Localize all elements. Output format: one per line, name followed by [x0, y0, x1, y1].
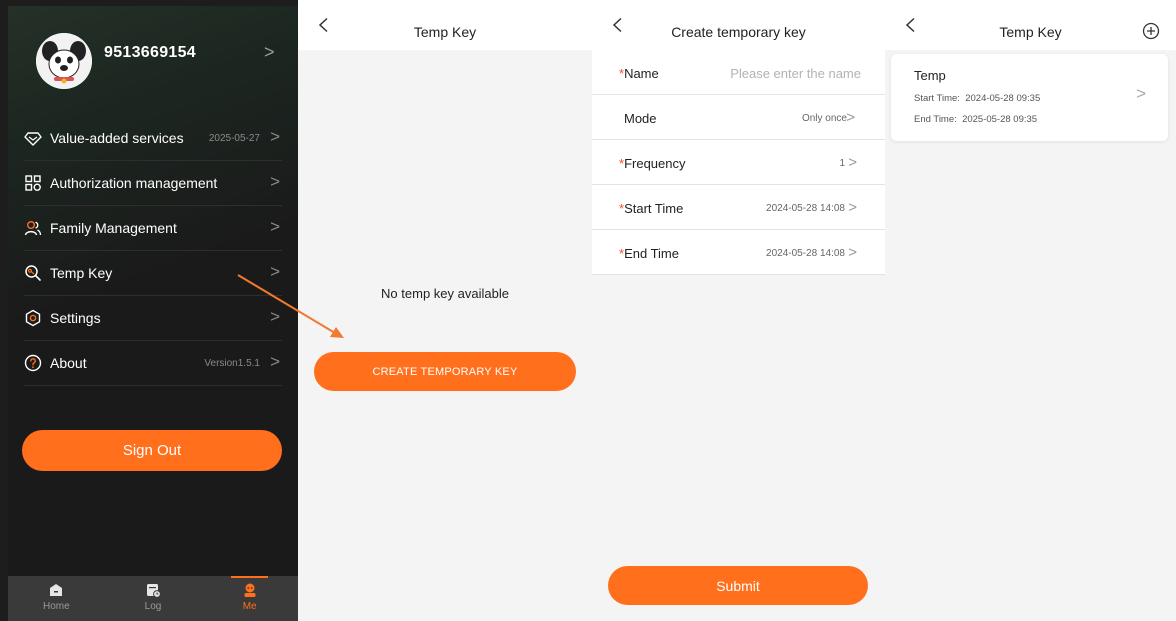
chevron-right-icon: >	[270, 127, 280, 146]
submit-button[interactable]: Submit	[608, 566, 868, 605]
me-screen: 9513669154 > Value-added services 2025-0…	[0, 0, 298, 621]
chevron-right-icon: >	[270, 262, 280, 281]
frequency-value: 1	[839, 158, 845, 169]
page-title: Create temporary key	[671, 24, 806, 40]
user-profile-row[interactable]: 9513669154 >	[8, 16, 298, 89]
gear-icon	[24, 309, 42, 327]
chevron-right-icon: >	[848, 199, 857, 216]
name-field-row[interactable]: *Name Please enter the name	[592, 50, 885, 95]
field-label: Mode	[624, 111, 657, 126]
create-key-form: *Name Please enter the name Mode Only on…	[592, 50, 885, 275]
menu-item-label: Settings	[50, 310, 101, 326]
grid-icon	[24, 174, 42, 192]
menu-item-value-added-services[interactable]: Value-added services 2025-05-27 >	[24, 116, 282, 161]
chevron-right-icon: >	[270, 352, 280, 371]
menu-item-label: About	[50, 355, 87, 371]
menu-item-label: Temp Key	[50, 265, 113, 281]
temp-key-empty-screen: Temp Key No temp key available CREATE TE…	[298, 0, 592, 621]
tab-log[interactable]: Log	[105, 576, 202, 621]
diamond-icon	[24, 129, 42, 147]
field-label: *Name	[619, 66, 659, 81]
sign-out-button[interactable]: Sign Out	[22, 430, 282, 471]
name-input[interactable]: Please enter the name	[730, 66, 861, 81]
menu-item-authorization-management[interactable]: Authorization management >	[24, 161, 282, 206]
user-phone: 9513669154	[104, 44, 196, 61]
temp-key-card[interactable]: Temp Start Time: 2024-05-28 09:35 End Ti…	[891, 54, 1168, 141]
start-time-field-row[interactable]: *Start Time 2024-05-28 14:08 >	[592, 185, 885, 230]
app-version: Version1.5.1	[204, 357, 260, 369]
tab-label: Home	[42, 601, 70, 612]
nav-bar: Temp Key	[885, 0, 1176, 50]
chevron-right-icon: >	[270, 217, 280, 236]
expiry-date: 2025-05-27	[208, 132, 260, 144]
bottom-tab-bar: Home Log Me	[8, 576, 298, 621]
tab-me[interactable]: Me	[201, 576, 298, 621]
nav-bar: Temp Key	[298, 0, 592, 50]
home-icon	[50, 584, 63, 596]
mode-value: Only once	[801, 113, 847, 124]
users-icon	[24, 219, 42, 237]
tab-label: Log	[144, 601, 162, 612]
chevron-right-icon: >	[848, 154, 857, 171]
menu-item-family-management[interactable]: Family Management >	[24, 206, 282, 251]
menu-item-label: Family Management	[50, 220, 177, 236]
chevron-right-icon: >	[270, 172, 280, 191]
end-time-line: End Time: 2025-05-28 09:35	[914, 114, 1038, 125]
nav-bar: Create temporary key	[592, 0, 885, 50]
create-temporary-key-button[interactable]: CREATE TEMPORARY KEY	[314, 352, 576, 391]
frequency-field-row[interactable]: *Frequency 1 >	[592, 140, 885, 185]
chevron-right-icon: >	[846, 109, 855, 126]
log-icon	[147, 584, 161, 598]
dog-avatar-icon	[36, 33, 92, 89]
question-icon	[24, 354, 42, 372]
chevron-right-icon: >	[264, 42, 275, 62]
chevron-right-icon: >	[270, 307, 280, 326]
key-search-icon	[24, 264, 42, 282]
settings-menu: Value-added services 2025-05-27 > Author…	[24, 116, 282, 386]
chevron-right-icon: >	[848, 244, 857, 261]
mode-field-row[interactable]: Mode Only once >	[592, 95, 885, 140]
avatar[interactable]	[36, 33, 92, 89]
user-icon	[244, 583, 256, 597]
add-circle-icon[interactable]	[1142, 22, 1160, 40]
field-label: *Start Time	[619, 201, 684, 216]
me-background: 9513669154 > Value-added services 2025-0…	[8, 6, 298, 621]
temp-key-list-screen: Temp Key Temp Start Time: 2024-05-28 09:…	[885, 0, 1176, 621]
tab-label: Me	[242, 601, 257, 612]
page-title: Temp Key	[999, 24, 1062, 40]
start-time-line: Start Time: 2024-05-28 09:35	[914, 93, 1041, 104]
field-label: *Frequency	[619, 156, 686, 171]
empty-state-text: No temp key available	[381, 286, 509, 301]
menu-item-temp-key[interactable]: Temp Key >	[24, 251, 282, 296]
page-title: Temp Key	[413, 24, 477, 40]
start-time-value: 2024-05-28 14:08	[766, 203, 845, 214]
tab-home[interactable]: Home	[8, 576, 105, 621]
field-label: *End Time	[619, 246, 679, 261]
end-time-value: 2024-05-28 14:08	[766, 248, 845, 259]
menu-item-about[interactable]: About Version1.5.1 >	[24, 341, 282, 386]
menu-item-settings[interactable]: Settings >	[24, 296, 282, 341]
end-time-field-row[interactable]: *End Time 2024-05-28 14:08 >	[592, 230, 885, 275]
menu-item-label: Value-added services	[50, 130, 184, 146]
temp-key-name: Temp	[914, 68, 946, 83]
chevron-right-icon: >	[1136, 84, 1146, 103]
menu-item-label: Authorization management	[50, 175, 218, 191]
create-key-screen: Create temporary key *Name Please enter …	[592, 0, 885, 621]
